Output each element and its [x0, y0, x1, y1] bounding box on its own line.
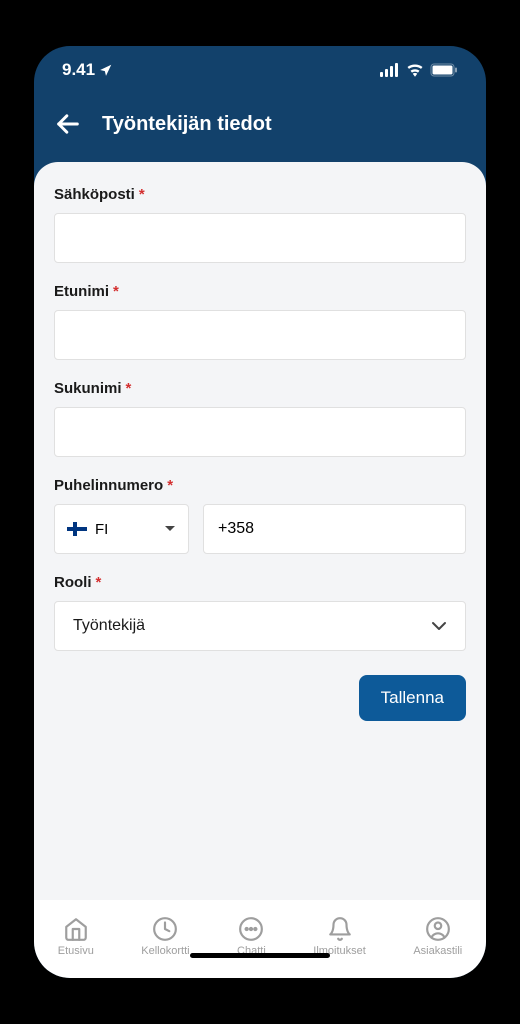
battery-icon [430, 63, 458, 77]
lastname-group: Sukunimi * [54, 380, 466, 457]
header: Työntekijän tiedot [34, 94, 486, 162]
country-select[interactable]: FI [54, 504, 189, 554]
phone-input[interactable] [203, 504, 466, 554]
firstname-group: Etunimi * [54, 283, 466, 360]
bottom-nav: Etusivu Kellokortti Chatti Ilmoitukset A… [34, 900, 486, 978]
chevron-down-icon [164, 525, 176, 533]
nav-clock-label: Kellokortti [141, 945, 189, 957]
status-bar: 9.41 [34, 46, 486, 94]
nav-clock[interactable]: Kellokortti [141, 916, 189, 957]
firstname-input[interactable] [54, 310, 466, 360]
time-text: 9.41 [62, 60, 95, 80]
required-marker: * [113, 283, 119, 300]
wifi-icon [406, 63, 424, 77]
role-group: Rooli * Työntekijä [54, 574, 466, 651]
phone-group: Puhelinnumero * FI [54, 477, 466, 554]
nav-notify[interactable]: Ilmoitukset [313, 916, 366, 957]
required-marker: * [126, 380, 132, 397]
required-marker: * [167, 477, 173, 494]
chat-icon [238, 916, 264, 942]
form-content: Sähköposti * Etunimi * Sukunimi * [34, 162, 486, 900]
nav-home-label: Etusivu [58, 945, 94, 957]
role-label: Rooli * [54, 574, 466, 591]
lastname-label: Sukunimi * [54, 380, 466, 397]
location-icon [99, 63, 113, 77]
back-arrow-icon[interactable] [54, 110, 82, 138]
bell-icon [327, 916, 353, 942]
status-time: 9.41 [62, 60, 113, 80]
required-marker: * [139, 186, 145, 203]
page-title: Työntekijän tiedot [102, 113, 272, 136]
nav-account[interactable]: Asiakastili [413, 916, 462, 957]
country-code: FI [95, 521, 108, 538]
save-button[interactable]: Tallenna [359, 675, 466, 721]
home-indicator[interactable] [190, 953, 330, 958]
nav-home[interactable]: Etusivu [58, 916, 94, 957]
required-marker: * [96, 574, 102, 591]
role-select[interactable]: Työntekijä [54, 601, 466, 651]
email-label: Sähköposti * [54, 186, 466, 203]
nav-chat[interactable]: Chatti [237, 916, 266, 957]
email-group: Sähköposti * [54, 186, 466, 263]
email-input[interactable] [54, 213, 466, 263]
phone-label: Puhelinnumero * [54, 477, 466, 494]
status-indicators [380, 63, 458, 77]
home-icon [63, 916, 89, 942]
flag-fi-icon [67, 522, 87, 536]
role-value: Työntekijä [73, 617, 145, 635]
clock-icon [152, 916, 178, 942]
signal-icon [380, 63, 400, 77]
lastname-input[interactable] [54, 407, 466, 457]
nav-account-label: Asiakastili [413, 945, 462, 957]
firstname-label: Etunimi * [54, 283, 466, 300]
user-icon [425, 916, 451, 942]
chevron-down-icon [431, 621, 447, 631]
